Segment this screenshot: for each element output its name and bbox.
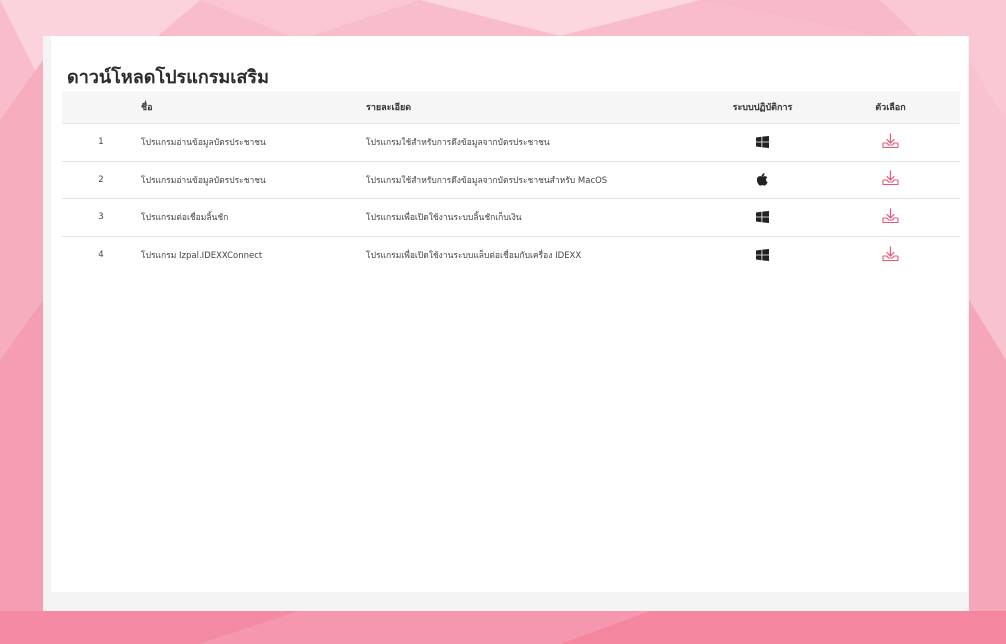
download-button[interactable] xyxy=(882,246,899,265)
row-number: 3 xyxy=(98,212,104,223)
row-description: โปรแกรมเพื่อเปิดใช้งานระบบแล็บต่อเชื่อมก… xyxy=(366,251,582,262)
os-cell xyxy=(665,211,815,224)
row-number: 2 xyxy=(98,174,104,185)
main-panel: ดาวน์โหลดโปรแกรมเสริม ชื่อ รายละเอียด ระ… xyxy=(51,36,968,592)
options-cell xyxy=(815,170,960,189)
download-icon xyxy=(882,208,899,223)
download-button[interactable] xyxy=(882,208,899,227)
download-icon xyxy=(882,246,899,261)
row-name: โปรแกรมอ่านข้อมูลบัตรประชาชน xyxy=(141,175,266,186)
row-name: โปรแกรมอ่านข้อมูลบัตรประชาชน xyxy=(141,138,266,149)
download-button[interactable] xyxy=(882,133,899,152)
row-number: 4 xyxy=(98,250,104,261)
row-number: 1 xyxy=(98,137,104,148)
download-icon xyxy=(882,170,899,186)
header-os: ระบบปฏิบัติการ xyxy=(732,103,793,113)
row-name: โปรแกรมต่อเชื่อมลิ้นชัก xyxy=(141,213,229,224)
download-icon xyxy=(882,133,899,148)
row-name: โปรแกรม Izpal.IDEXXConnect xyxy=(141,251,263,262)
options-cell xyxy=(815,133,960,152)
windows-icon xyxy=(756,211,769,224)
windows-icon xyxy=(756,136,769,149)
downloads-table: ชื่อ รายละเอียด ระบบปฏิบัติการ ตัวเลือก … xyxy=(62,91,960,274)
row-description: โปรแกรมใช้สำหรับการดึงข้อมูลจากบัตรประชา… xyxy=(366,138,550,149)
row-description: โปรแกรมใช้สำหรับการดึงข้อมูลจากบัตรประชา… xyxy=(366,175,608,186)
options-cell xyxy=(815,246,960,265)
os-cell xyxy=(665,249,815,262)
apple-icon xyxy=(757,173,768,186)
table-header: ชื่อ รายละเอียด ระบบปฏิบัติการ ตัวเลือก xyxy=(62,91,960,124)
table-row: 2 โปรแกรมอ่านข้อมูลบัตรประชาชน โปรแกรมใช… xyxy=(62,162,960,199)
header-options: ตัวเลือก xyxy=(875,103,906,113)
options-cell xyxy=(815,208,960,227)
header-name: ชื่อ xyxy=(141,103,153,113)
os-cell xyxy=(665,136,815,149)
os-cell xyxy=(665,173,815,186)
windows-icon xyxy=(756,249,769,262)
header-description: รายละเอียด xyxy=(366,103,412,113)
page-title: ดาวน์โหลดโปรแกรมเสริม xyxy=(67,67,269,88)
table-row: 3 โปรแกรมต่อเชื่อมลิ้นชัก โปรแกรมเพื่อเป… xyxy=(62,199,960,237)
table-row: 1 โปรแกรมอ่านข้อมูลบัตรประชาชน โปรแกรมใช… xyxy=(62,124,960,162)
download-button[interactable] xyxy=(882,170,899,189)
table-row: 4 โปรแกรม Izpal.IDEXXConnect โปรแกรมเพื่… xyxy=(62,237,960,275)
row-description: โปรแกรมเพื่อเปิดใช้งานระบบลิ้นชักเก็บเงิ… xyxy=(366,213,522,224)
